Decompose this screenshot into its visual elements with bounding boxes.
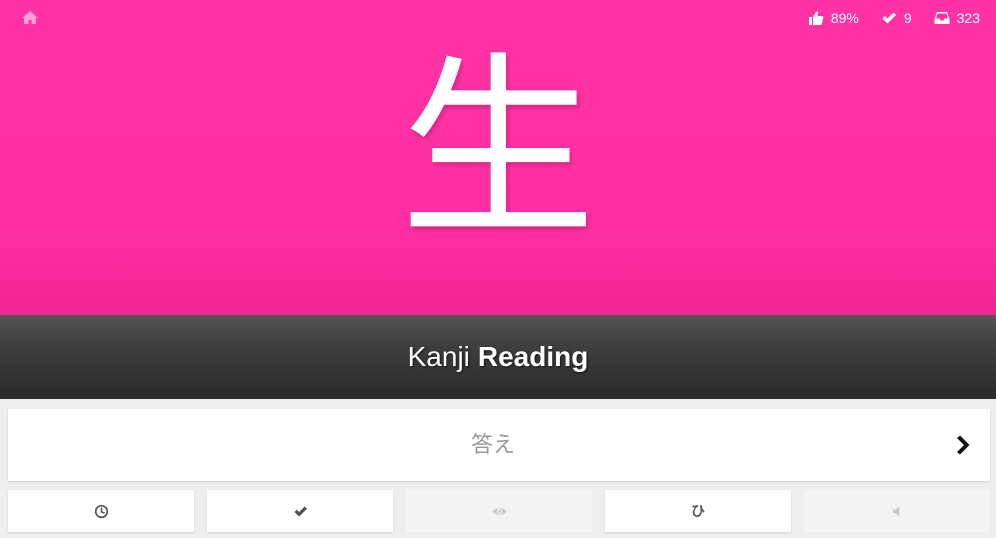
check-icon [293,505,307,517]
kanji-character: 生 [399,36,596,264]
inbox-icon [934,12,950,24]
answer-form [8,409,990,481]
kana-chart-button[interactable]: ひ [605,490,791,532]
question-category: Kanji [407,341,470,372]
last-items-button[interactable] [8,490,194,532]
additional-buttons: ひ [8,490,990,532]
clock-icon [94,504,108,518]
question-header: 89% 9 323 生 [0,0,996,315]
eye-icon [491,507,507,515]
home-icon [22,11,38,24]
question-type: Reading [477,341,589,372]
speaker-icon [892,505,899,517]
answer-input[interactable] [8,409,938,481]
home-link[interactable] [20,8,40,28]
remaining-stat: 323 [934,10,980,26]
correct-rate-stat: 89% [808,10,859,26]
lightning-mode-button[interactable] [207,490,393,532]
remaining-count: 323 [956,10,980,26]
check-icon [882,12,896,24]
correct-rate-value: 89% [830,10,859,26]
thumbs-up-icon [808,11,824,25]
item-info-button[interactable] [406,490,592,532]
submit-button[interactable] [948,431,976,459]
question-type-banner: Kanji Reading [0,315,996,399]
completed-stat: 9 [881,10,912,26]
audio-button[interactable] [804,490,990,532]
completed-count: 9 [903,10,912,26]
chevron-right-icon [957,435,970,455]
hiragana-hi-icon: ひ [691,504,705,520]
stats-bar: 89% 9 323 [786,8,980,28]
